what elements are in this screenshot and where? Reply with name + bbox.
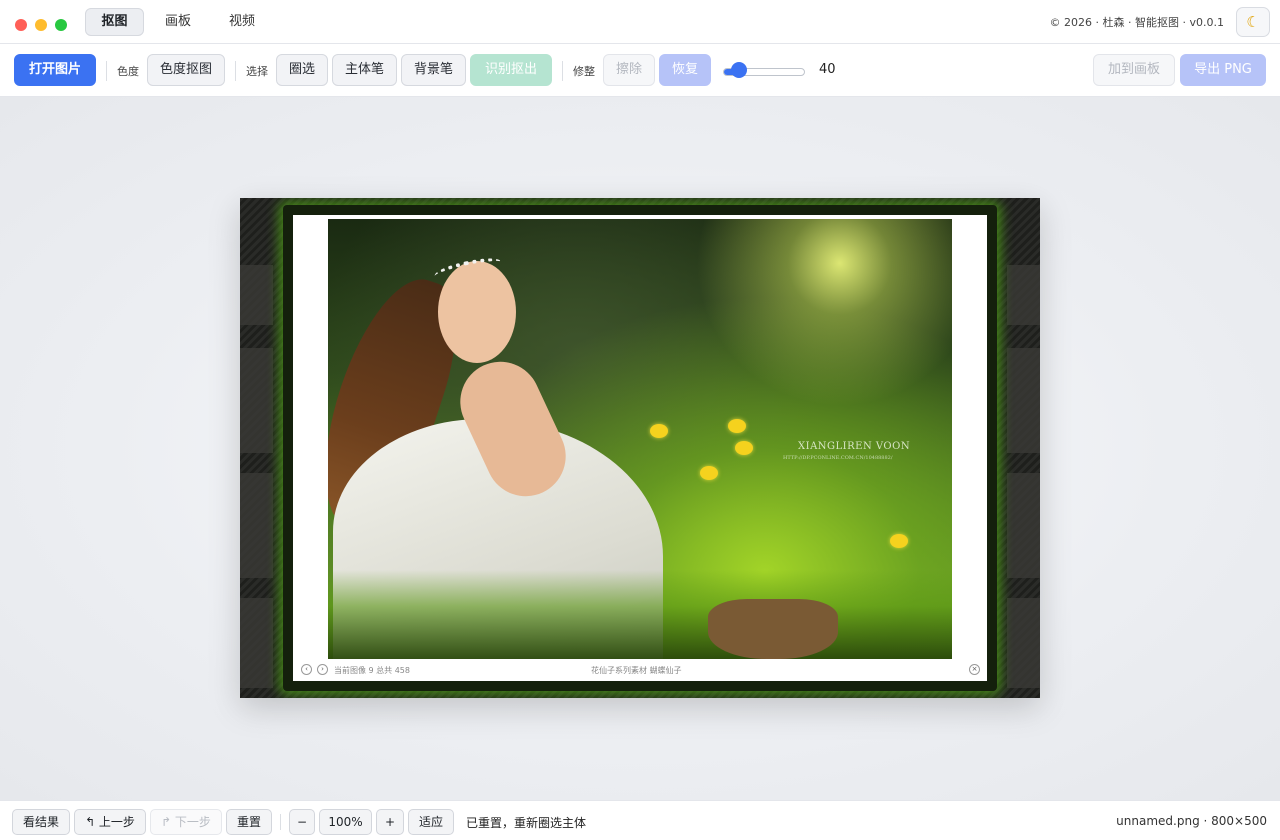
view-result-button[interactable]: 看结果 [12,809,70,835]
minimize-window-button[interactable] [35,19,47,31]
moon-icon: ☾ [1246,13,1260,31]
refine-label: 修整 [573,65,595,78]
zoom-out-button[interactable]: − [289,809,315,835]
side-thumbnail [240,473,273,578]
side-thumbnail [240,265,273,325]
side-thumbnail [240,598,273,688]
file-info: unnamed.png · 800×500 [1116,814,1267,828]
brush-size-value: 40 [819,62,836,77]
export-png-button[interactable]: 导出 PNG [1180,54,1266,86]
tab-video[interactable]: 视频 [216,8,268,36]
divider [106,61,107,81]
redo-button[interactable]: ↱ 下一步 [150,809,222,835]
side-thumbnail [1007,473,1040,578]
restore-button[interactable]: 恢复 [659,54,711,86]
status-message: 已重置，重新圈选主体 [466,816,587,830]
divider [235,61,236,81]
side-thumbnail [1007,598,1040,688]
detect-extract-button[interactable]: 识别抠出 [470,54,552,86]
side-thumbnail [1007,348,1040,453]
zoom-in-button[interactable]: + [376,809,404,835]
open-image-button[interactable]: 打开图片 [14,54,96,86]
maximize-window-button[interactable] [55,19,67,31]
subject-brush-button[interactable]: 主体笔 [332,54,397,86]
watermark-url: HTTP://DP.PCONLINE.COM.CN/10488882/ [783,455,893,461]
lasso-button[interactable]: 圈选 [276,54,328,86]
chroma-key-button[interactable]: 色度抠图 [147,54,225,86]
yellow-flower [700,466,718,480]
add-to-canvas-button[interactable]: 加到画板 [1093,54,1175,86]
flower-basket [708,599,838,659]
yellow-flower [890,534,908,548]
yellow-flower [728,419,746,433]
background-brush-button[interactable]: 背景笔 [401,54,466,86]
editor-canvas[interactable]: XIANGLIREN VOON HTTP://DP.PCONLINE.COM.C… [0,97,1280,800]
close-window-button[interactable] [15,19,27,31]
side-thumbnail [240,348,273,453]
yellow-flower [735,441,753,455]
toolbar: 打开图片 色度 色度抠图 选择 圈选 主体笔 背景笔 识别抠出 修整 擦除 恢复… [0,45,1280,97]
divider [562,61,563,81]
tab-matting[interactable]: 抠图 [85,8,144,36]
theme-toggle-button[interactable]: ☾ [1236,7,1270,37]
yellow-flower [650,424,668,438]
viewer-footer: ‹ › 当前图像 9 总共 458 花仙子系列素材 蝴蝶仙子 × [293,659,987,681]
fit-button[interactable]: 适应 [408,809,454,835]
divider [280,814,281,830]
title-bar: 抠图 画板 视频 © 2026 · 杜森 · 智能抠图 · v0.0.1 ☾ [0,0,1280,44]
zoom-level[interactable]: 100% [319,809,372,835]
prev-arrow-icon: ‹ [301,664,312,675]
side-thumbnail [1007,265,1040,325]
copyright-text: © 2026 · 杜森 · 智能抠图 · v0.0.1 [1049,16,1224,29]
grass [328,570,952,660]
watermark-text: XIANGLIREN VOON [798,441,911,452]
select-label: 选择 [246,65,268,78]
fairy-photo: XIANGLIREN VOON HTTP://DP.PCONLINE.COM.C… [328,219,952,660]
chroma-label: 色度 [117,65,139,78]
image-preview[interactable]: XIANGLIREN VOON HTTP://DP.PCONLINE.COM.C… [240,198,1040,698]
next-arrow-icon: › [317,664,328,675]
viewer-counter-text: 当前图像 9 总共 458 [334,666,410,675]
reset-button[interactable]: 重置 [226,809,272,835]
status-bar: 看结果 ↰ 上一步 ↱ 下一步 重置 − 100% + 适应 已重置，重新圈选主… [0,800,1280,840]
tab-canvas[interactable]: 画板 [152,8,204,36]
undo-button[interactable]: ↰ 上一步 [74,809,146,835]
erase-button[interactable]: 擦除 [603,54,655,86]
close-icon: × [969,664,980,675]
viewer-caption-text: 花仙子系列素材 蝴蝶仙子 [591,666,682,675]
